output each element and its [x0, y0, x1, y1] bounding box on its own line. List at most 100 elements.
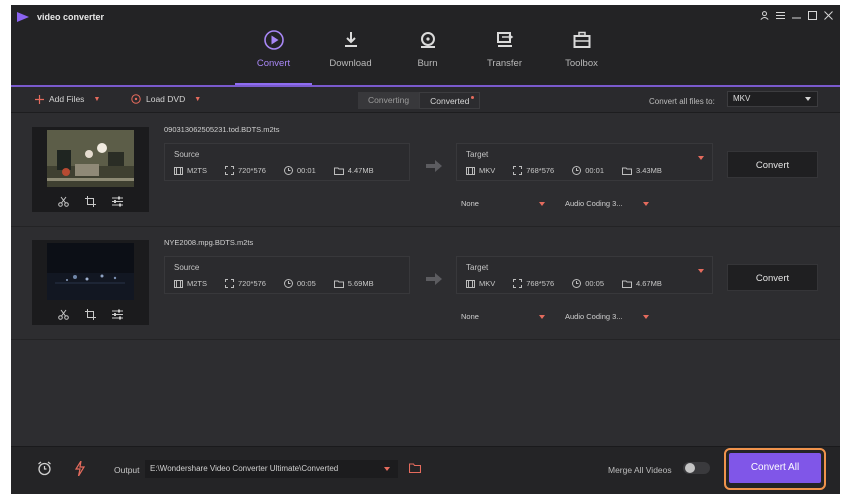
effects-icon[interactable]	[112, 309, 123, 320]
converted-tab-label: Converted	[430, 96, 470, 106]
size-item: 4.67MB	[622, 279, 662, 288]
target-info[interactable]: Target MKV 768*576 00:01 3.43MB	[456, 143, 713, 181]
converted-tab[interactable]: Converted	[419, 92, 481, 109]
source-resolution: 720*576	[238, 279, 266, 288]
target-dropdown-icon[interactable]	[698, 156, 704, 160]
target-size: 4.67MB	[636, 279, 662, 288]
size-item: 5.69MB	[333, 279, 374, 288]
video-thumbnail[interactable]	[32, 240, 149, 325]
source-resolution: 720*576	[238, 166, 266, 175]
source-header: Source	[174, 150, 200, 159]
audio-select[interactable]: Audio Coding 3...	[561, 309, 653, 324]
converting-tab[interactable]: Converting	[358, 92, 420, 109]
tab-download[interactable]: Download	[312, 28, 389, 85]
target-duration: 00:01	[585, 166, 604, 175]
target-info[interactable]: Target MKV 768*576 00:05 4.67MB	[456, 256, 713, 294]
source-details: M2TS 720*576 00:01 4.47MB	[174, 166, 392, 175]
high-speed-icon[interactable]	[75, 461, 85, 476]
convert-all-to-label: Convert all files to:	[649, 97, 715, 106]
add-files-button[interactable]: Add Files ▼	[35, 94, 100, 104]
tab-burn[interactable]: Burn	[389, 28, 466, 85]
convert-button[interactable]: Convert	[727, 264, 818, 291]
crop-icon[interactable]	[85, 196, 96, 207]
merge-toggle[interactable]	[683, 462, 710, 474]
tab-toolbox[interactable]: Toolbox	[543, 28, 620, 85]
format-item: MKV	[466, 166, 495, 175]
account-icon[interactable]	[758, 9, 770, 21]
alarm-clock-icon[interactable]	[37, 461, 52, 476]
add-files-dropdown-icon[interactable]: ▼	[93, 96, 100, 103]
resolution-icon	[225, 279, 235, 288]
source-format: M2TS	[187, 279, 208, 288]
crop-icon[interactable]	[85, 309, 96, 320]
source-format: M2TS	[187, 166, 208, 175]
folder-icon	[622, 280, 632, 288]
add-files-label: Add Files	[49, 94, 85, 104]
audio-select[interactable]: Audio Coding 3...	[561, 196, 653, 211]
target-resolution: 768*576	[526, 279, 555, 288]
thumbnail-image	[47, 130, 134, 187]
output-format-select[interactable]: MKV	[727, 91, 818, 107]
load-dvd-button[interactable]: Load DVD ▼	[131, 94, 201, 104]
film-icon	[466, 166, 475, 175]
subtitle-value: None	[461, 312, 479, 321]
clock-icon	[572, 279, 582, 288]
source-size: 5.69MB	[347, 279, 374, 288]
convert-all-button[interactable]: Convert All	[729, 453, 821, 483]
tab-transfer[interactable]: Transfer	[466, 28, 543, 85]
thumbnail-image	[47, 243, 134, 300]
clock-icon	[572, 166, 582, 175]
source-info: Source M2TS 720*576 00:01 4.47MB	[164, 143, 410, 181]
maximize-icon[interactable]	[806, 9, 818, 21]
convert-button[interactable]: Convert	[727, 151, 818, 178]
tab-download-label: Download	[329, 58, 372, 69]
tab-toolbox-label: Toolbox	[565, 58, 598, 69]
source-duration: 00:01	[296, 166, 316, 175]
film-icon	[466, 279, 475, 288]
target-format: MKV	[479, 166, 496, 175]
close-icon[interactable]	[822, 9, 834, 21]
film-icon	[174, 166, 183, 175]
toolbox-icon	[543, 28, 620, 52]
subtitle-select[interactable]: None	[457, 196, 549, 211]
duration-item: 00:01	[283, 166, 316, 175]
resolution-item: 720*576	[225, 279, 266, 288]
transfer-icon	[466, 28, 543, 52]
tab-convert-label: Convert	[256, 58, 291, 69]
chevron-down-icon	[805, 97, 811, 101]
open-folder-icon[interactable]	[409, 463, 421, 473]
load-dvd-dropdown-icon[interactable]: ▼	[194, 96, 201, 103]
resolution-icon	[513, 279, 523, 288]
toggle-knob	[685, 463, 695, 473]
tab-convert[interactable]: Convert	[235, 28, 312, 85]
size-item: 3.43MB	[622, 166, 662, 175]
thumbnail-tools	[32, 304, 149, 325]
chevron-down-icon	[643, 202, 649, 206]
trim-icon[interactable]	[58, 309, 69, 320]
target-resolution: 768*576	[526, 166, 555, 175]
menu-icon[interactable]	[774, 9, 786, 21]
video-thumbnail[interactable]	[32, 127, 149, 212]
tab-transfer-label: Transfer	[486, 58, 523, 69]
output-path-select[interactable]: E:\Wondershare Video Converter Ultimate\…	[145, 460, 398, 478]
subtitle-select[interactable]: None	[457, 309, 549, 324]
format-item: M2TS	[174, 166, 207, 175]
source-header: Source	[174, 263, 200, 272]
duration-item: 00:05	[283, 279, 316, 288]
resolution-item: 768*576	[513, 279, 554, 288]
main-nav: Convert Download Burn Transfer Toolbox	[235, 28, 620, 85]
target-duration: 00:05	[585, 279, 604, 288]
convert-arrow-icon	[426, 160, 442, 172]
source-size: 4.47MB	[347, 166, 374, 175]
chevron-down-icon	[384, 467, 390, 471]
target-dropdown-icon[interactable]	[698, 269, 704, 273]
disc-icon	[389, 28, 466, 52]
trim-icon[interactable]	[58, 196, 69, 207]
folder-icon	[622, 167, 632, 175]
window-controls	[758, 9, 834, 21]
convert-icon	[235, 28, 312, 52]
audio-value: Audio Coding 3...	[565, 199, 623, 208]
merge-all-videos-label: Merge All Videos	[608, 465, 672, 475]
minimize-icon[interactable]	[790, 9, 802, 21]
effects-icon[interactable]	[112, 196, 123, 207]
